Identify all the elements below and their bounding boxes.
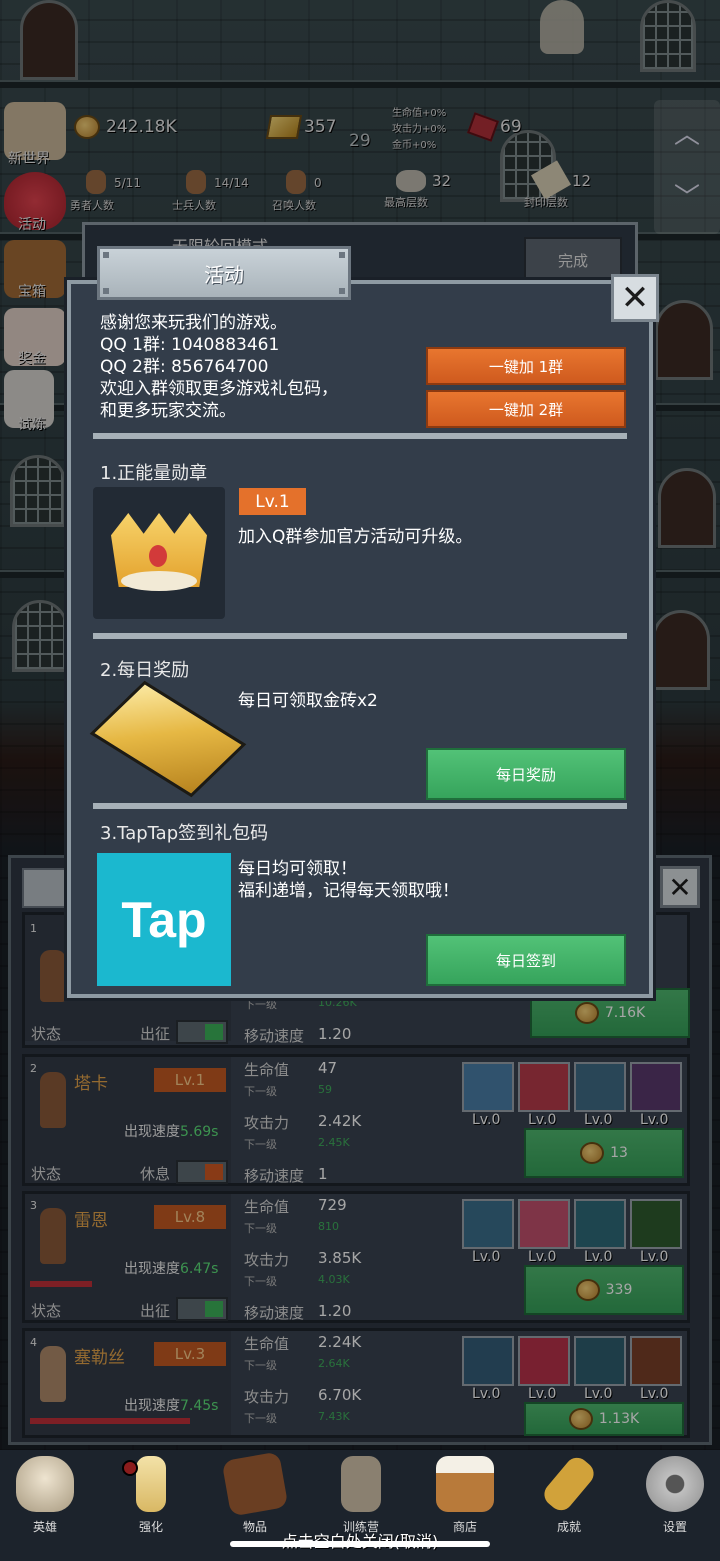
candle-icon <box>136 1456 166 1512</box>
close-hint: 点击空白处关闭(取消) <box>0 1528 720 1552</box>
qq-group-1: QQ 1群: 1040883461 <box>100 335 280 355</box>
section-divider <box>93 633 627 639</box>
checkin-line-1: 每日均可领取！ <box>238 859 357 879</box>
checkin-line-2: 福利递增，记得每天领取哦！ <box>238 881 459 901</box>
key-icon <box>539 1452 599 1516</box>
section-divider <box>93 803 627 809</box>
rivet <box>103 252 109 258</box>
dialog-title: 活动 <box>204 262 244 287</box>
daily-reward-button[interactable]: 每日奖励 <box>426 748 626 800</box>
home-indicator[interactable] <box>230 1541 490 1547</box>
section-3-title: 3.TapTap签到礼包码 <box>100 823 269 844</box>
join-group-1-button[interactable]: 一键加 1群 <box>426 347 626 385</box>
dialog-close-icon[interactable]: ✕ <box>611 274 659 322</box>
lantern-icon <box>341 1456 381 1512</box>
checkin-description: 每日均可领取！ 福利递增，记得每天领取哦！ <box>238 858 459 902</box>
dialog-title-bar: 活动 <box>97 246 351 300</box>
rivet <box>103 288 109 294</box>
intro-line: 和更多玩家交流。 <box>100 401 236 421</box>
medal-description: 加入Q群参加官方活动可升级。 <box>238 527 473 547</box>
qq-group-2: QQ 2群: 856764700 <box>100 357 269 377</box>
medal-level: Lv.1 <box>239 488 306 515</box>
book-icon <box>221 1451 289 1517</box>
ruby-icon <box>149 545 167 567</box>
daily-reward-description: 每日可领取金砖x2 <box>238 691 378 711</box>
section-divider <box>93 433 627 439</box>
taptap-logo: Tap <box>97 853 231 986</box>
skull-icon <box>16 1456 74 1512</box>
intro-text: 感谢您来玩我们的游戏。 QQ 1群: 1040883461 QQ 2群: 856… <box>100 312 338 422</box>
section-2-title: 2.每日奖励 <box>100 660 190 681</box>
intro-line: 感谢您来玩我们的游戏。 <box>100 313 287 333</box>
gear-icon <box>646 1456 704 1512</box>
medal-frame <box>93 487 225 619</box>
daily-checkin-button[interactable]: 每日签到 <box>426 934 626 986</box>
pillow-icon <box>121 571 197 591</box>
intro-line: 欢迎入群领取更多游戏礼包码， <box>100 379 338 399</box>
mug-icon <box>436 1456 494 1512</box>
notification-dot <box>122 1460 138 1476</box>
rivet <box>339 288 345 294</box>
join-group-2-button[interactable]: 一键加 2群 <box>426 390 626 428</box>
section-1-title: 1.正能量勋章 <box>100 463 208 484</box>
rivet <box>339 252 345 258</box>
